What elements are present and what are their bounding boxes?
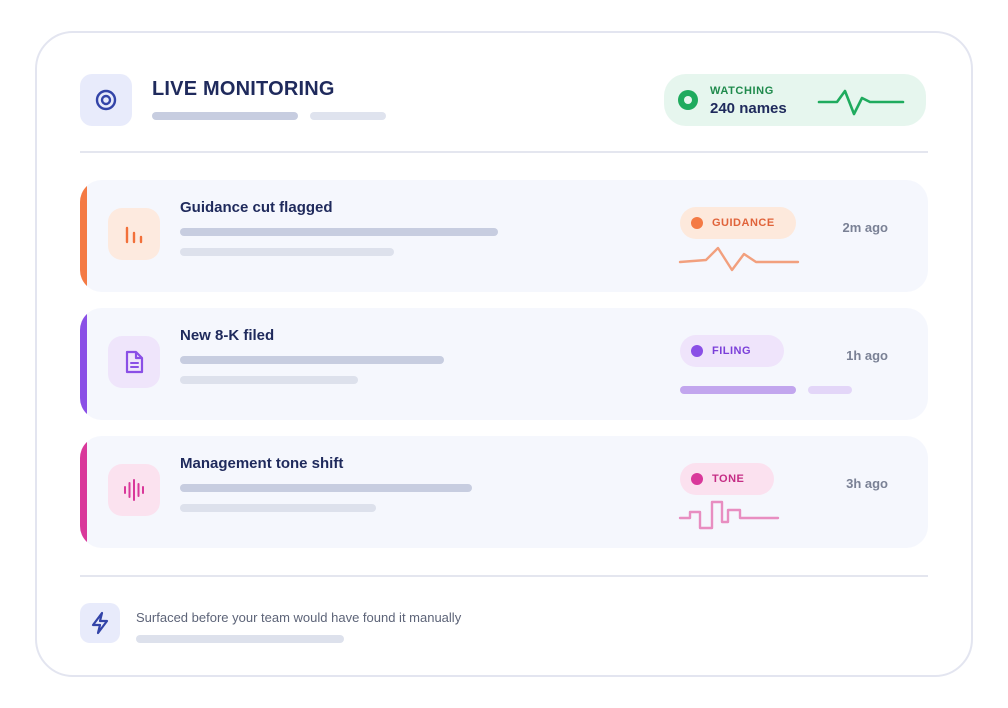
tag-label: TONE [712, 473, 745, 485]
alert-title: New 8-K filed [180, 327, 275, 344]
footer-placeholder-bar [136, 635, 344, 643]
page-title: LIVE MONITORING [152, 78, 335, 100]
tag-label: GUIDANCE [712, 217, 775, 229]
alert-title: Guidance cut flagged [180, 199, 333, 216]
guidance-sparkline [678, 246, 800, 272]
alert-row-filing[interactable]: New 8-K filed FILING 1h ago [80, 308, 928, 420]
row-accent [80, 308, 87, 420]
detail-placeholder-bar [180, 376, 358, 384]
detail-placeholder-bar [180, 228, 498, 236]
target-icon [80, 74, 132, 126]
alert-row-guidance[interactable]: Guidance cut flagged GUIDANCE 2m ago [80, 180, 928, 292]
alert-time: 1h ago [846, 348, 888, 363]
status-indicator-icon [678, 90, 698, 110]
tone-step-chart [678, 500, 780, 530]
detail-placeholder-bar [180, 248, 394, 256]
footer-caption: Surfaced before your team would have fou… [136, 610, 462, 625]
waveform-icon [108, 464, 160, 516]
tag-dot-icon [691, 217, 703, 229]
tag-dot-icon [691, 473, 703, 485]
row-accent [80, 436, 87, 548]
pulse-icon [817, 89, 905, 116]
title-placeholder-bar [310, 112, 386, 120]
filing-progress-bar [808, 386, 852, 394]
detail-placeholder-bar [180, 356, 444, 364]
filing-progress-bar [680, 386, 796, 394]
tone-tag: TONE [680, 463, 774, 495]
row-accent [80, 180, 87, 292]
footer-divider [80, 575, 928, 577]
alert-row-tone[interactable]: Management tone shift TONE 3h ago [80, 436, 928, 548]
document-icon [108, 336, 160, 388]
alert-title: Management tone shift [180, 455, 344, 472]
watching-status-badge: WATCHING 240 names [664, 74, 926, 126]
alert-time: 3h ago [846, 476, 888, 491]
lightning-icon [80, 603, 120, 643]
filing-tag: FILING [680, 335, 784, 367]
alert-time: 2m ago [842, 220, 888, 235]
header-divider [80, 151, 928, 153]
status-label: WATCHING [710, 85, 774, 97]
guidance-tag: GUIDANCE [680, 207, 796, 239]
bar-chart-icon [108, 208, 160, 260]
watch-count: 240 names [710, 100, 787, 117]
tag-dot-icon [691, 345, 703, 357]
detail-placeholder-bar [180, 484, 472, 492]
detail-placeholder-bar [180, 504, 376, 512]
tag-label: FILING [712, 345, 752, 357]
title-placeholder-bar [152, 112, 298, 120]
